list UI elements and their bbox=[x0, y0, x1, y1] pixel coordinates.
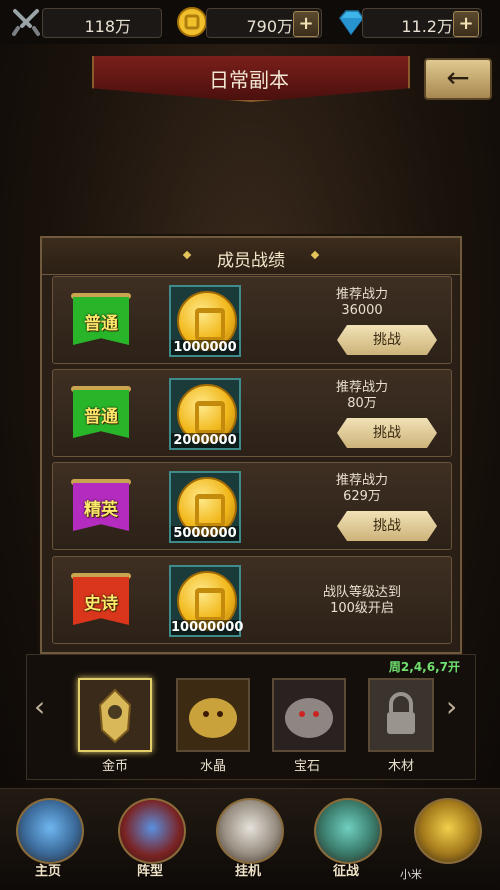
reward-slot[interactable]: 5000000 bbox=[169, 471, 241, 543]
page-title: 日常副本 bbox=[209, 68, 289, 92]
requirement: 推荐战力 80万 bbox=[287, 380, 437, 412]
gold-coin-icon bbox=[177, 7, 207, 37]
challenge-button[interactable]: 挑战 bbox=[337, 418, 437, 448]
tier-flag: 史诗 bbox=[71, 571, 131, 629]
reward-slot[interactable]: 2000000 bbox=[169, 378, 241, 450]
tier-label: 普通 bbox=[84, 407, 118, 427]
dungeon-gem[interactable] bbox=[272, 678, 346, 752]
nav-campaign[interactable]: 征战 bbox=[306, 796, 386, 879]
nav-more[interactable] bbox=[406, 796, 486, 876]
gem-value: 11.2万 bbox=[401, 17, 453, 36]
tier-flag: 普通 bbox=[71, 291, 131, 349]
tier-label: 史诗 bbox=[84, 594, 118, 614]
dungeon-row: 史诗 10000000 战队等级达到 100级开启 bbox=[52, 556, 452, 644]
gold-knight-icon bbox=[80, 680, 150, 750]
requirement-value: 629万 bbox=[343, 489, 381, 504]
gold-value: 790万 bbox=[246, 17, 293, 36]
formation-emblem-icon bbox=[118, 798, 186, 864]
sword-emblem-icon bbox=[314, 798, 382, 864]
tier-flag: 精英 bbox=[71, 477, 131, 535]
dungeon-wood[interactable] bbox=[368, 678, 434, 752]
nav-label: 阵型 bbox=[136, 864, 163, 879]
requirement-label: 推荐战力 bbox=[335, 380, 388, 395]
reward-slot[interactable]: 1000000 bbox=[169, 285, 241, 357]
requirement: 战队等级达到 100级开启 bbox=[287, 585, 437, 617]
challenge-button[interactable]: 挑战 bbox=[337, 325, 437, 355]
reward-amount: 5000000 bbox=[171, 526, 239, 541]
dungeon-crystal[interactable] bbox=[176, 678, 250, 752]
challenge-button[interactable]: 挑战 bbox=[337, 511, 437, 541]
dungeon-row: 普通 2000000 推荐战力 80万 挑战 bbox=[52, 369, 452, 457]
requirement-label: 推荐战力 bbox=[335, 473, 388, 488]
skull-emblem-icon bbox=[216, 798, 284, 864]
back-arrow-icon: ← bbox=[446, 61, 470, 94]
back-button[interactable]: ← bbox=[424, 58, 492, 100]
panel-header: 成员战绩 bbox=[42, 238, 460, 275]
swords-icon bbox=[12, 9, 40, 36]
watermark: 小米 bbox=[400, 868, 422, 881]
nav-formation[interactable]: 阵型 bbox=[110, 796, 190, 879]
reward-amount: 1000000 bbox=[171, 340, 239, 355]
nav-label: 主页 bbox=[34, 864, 61, 879]
reward-amount: 10000000 bbox=[171, 620, 244, 635]
lock-icon bbox=[370, 680, 432, 750]
dungeon-row: 普通 1000000 推荐战力 36000 挑战 bbox=[52, 276, 452, 364]
reward-slot[interactable]: 10000000 bbox=[169, 565, 244, 637]
requirement-label: 推荐战力 bbox=[335, 287, 388, 302]
resource-bar: 118万 790万 + 11.2万 + bbox=[0, 0, 500, 44]
golden-beast-icon bbox=[178, 680, 248, 750]
power-value: 118万 bbox=[84, 17, 131, 36]
requirement-value: 36000 bbox=[341, 303, 383, 318]
scroll-left-icon[interactable]: ‹ bbox=[34, 690, 45, 723]
requirement-label: 战队等级达到 bbox=[322, 585, 401, 600]
home-emblem-icon bbox=[16, 798, 84, 864]
requirement-value: 100级开启 bbox=[330, 601, 394, 616]
add-gem-button[interactable]: + bbox=[453, 11, 479, 37]
gem-display: 11.2万 + bbox=[362, 8, 482, 38]
dungeon-row: 精英 5000000 推荐战力 629万 挑战 bbox=[52, 462, 452, 550]
gold-display: 790万 + bbox=[206, 8, 322, 38]
requirement-value: 80万 bbox=[347, 396, 377, 411]
dungeon-label: 水晶 bbox=[199, 759, 226, 774]
schedule-text: 周2,4,6,7开 bbox=[388, 660, 460, 674]
tier-label: 普通 bbox=[84, 314, 118, 334]
requirement: 推荐战力 629万 bbox=[287, 473, 437, 505]
nav-label: 征战 bbox=[332, 864, 359, 879]
dungeon-label: 宝石 bbox=[293, 759, 320, 774]
stone-beast-icon bbox=[274, 680, 344, 750]
scroll-right-icon[interactable]: › bbox=[446, 690, 457, 723]
power-display: 118万 bbox=[42, 8, 162, 38]
panel-title: 成员战绩 bbox=[217, 251, 285, 271]
dungeon-label: 金币 bbox=[101, 759, 128, 774]
tier-flag: 普通 bbox=[71, 384, 131, 442]
nav-idle[interactable]: 挂机 bbox=[208, 796, 288, 879]
coin-emblem-icon bbox=[414, 798, 482, 864]
tier-label: 精英 bbox=[84, 500, 118, 520]
reward-amount: 2000000 bbox=[171, 433, 239, 448]
requirement: 推荐战力 36000 bbox=[287, 287, 437, 319]
dungeon-label: 木材 bbox=[387, 759, 414, 774]
dungeon-panel: 成员战绩 普通 1000000 推荐战力 36000 挑战 普通 2000000 bbox=[40, 236, 462, 654]
nav-label: 挂机 bbox=[234, 864, 261, 879]
add-gold-button[interactable]: + bbox=[293, 11, 319, 37]
dungeon-gold[interactable] bbox=[78, 678, 152, 752]
nav-home[interactable]: 主页 bbox=[8, 796, 88, 879]
